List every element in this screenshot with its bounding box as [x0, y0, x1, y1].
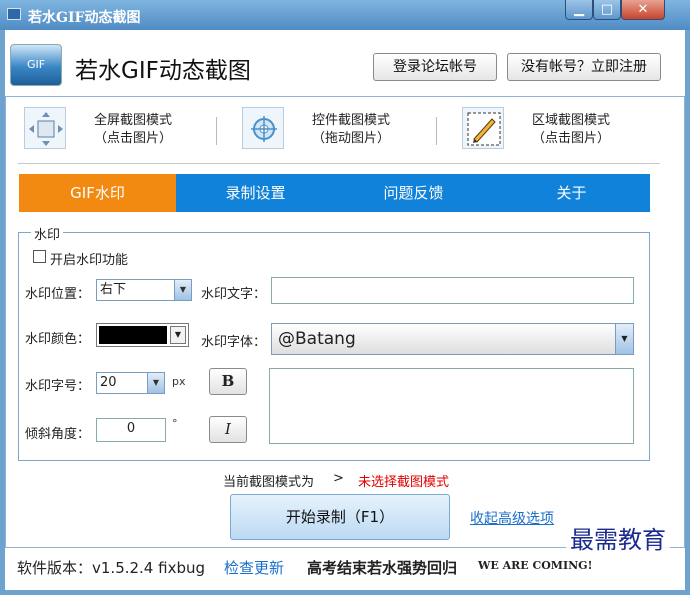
position-label: 水印位置：: [25, 287, 91, 302]
collapse-advanced-link[interactable]: 收起高级选项: [470, 508, 554, 528]
divider: [216, 117, 217, 145]
watermark-group: 水印 开启水印功能 水印位置： 右下 ▼ 水印文字： 水印颜色： ▼ 水印字体：…: [18, 224, 650, 461]
chevron-down-icon[interactable]: ▼: [174, 280, 191, 300]
font-label: 水印字体：: [201, 335, 267, 350]
enable-watermark-label[interactable]: 开启水印功能: [50, 249, 128, 268]
mode-region-title: 区域截图模式: [531, 113, 610, 128]
chevron-down-icon[interactable]: ▼: [615, 324, 633, 354]
size-value: 20: [100, 375, 117, 390]
enable-watermark-checkbox[interactable]: [33, 250, 46, 263]
client-area: GIF 若水GIF动态截图 登录论坛帐号 没有帐号？立即注册 全屏截图模式 （点…: [5, 30, 685, 590]
slogan-text: 高考结束若水强势回归: [307, 559, 458, 577]
color-swatch[interactable]: [99, 326, 167, 344]
size-label: 水印字号：: [25, 379, 91, 394]
title-bar: 若水GIF动态截图 ▁ □ ✕: [0, 0, 690, 30]
chevron-down-icon[interactable]: ▼: [170, 326, 186, 344]
pen-icon[interactable]: [462, 107, 504, 149]
text-label: 水印文字：: [201, 287, 267, 302]
status-value: 未选择截图模式: [358, 475, 450, 490]
separator: [18, 163, 660, 164]
app-logo: GIF: [10, 44, 62, 86]
tab-bar: GIF水印 录制设置 问题反馈 关于: [19, 174, 650, 212]
status-label: 当前截图模式为: [223, 475, 315, 490]
mode-region-hint: （点击图片）: [531, 131, 610, 146]
angle-label: 倾斜角度：: [25, 427, 91, 442]
watermark-legend: 水印: [31, 224, 64, 243]
position-select[interactable]: 右下 ▼: [96, 279, 192, 301]
mode-control-title: 控件截图模式: [311, 113, 390, 128]
minimize-button[interactable]: ▁: [565, 0, 593, 20]
italic-button[interactable]: I: [209, 416, 247, 443]
maximize-button[interactable]: □: [593, 0, 621, 20]
motto-text: WE ARE COMING!: [478, 559, 593, 572]
size-unit: px: [172, 375, 186, 388]
tab-gif-watermark[interactable]: GIF水印: [19, 174, 176, 212]
check-update-link[interactable]: 检查更新: [224, 557, 284, 578]
mode-control-hint: （拖动图片）: [311, 131, 390, 146]
close-button[interactable]: ✕: [621, 0, 665, 20]
tab-feedback[interactable]: 问题反馈: [335, 174, 492, 212]
tab-about[interactable]: 关于: [493, 174, 650, 212]
tab-record-settings[interactable]: 录制设置: [177, 174, 334, 212]
size-select[interactable]: 20 ▼: [96, 372, 165, 394]
fullscreen-icon[interactable]: [24, 107, 66, 149]
window-title: 若水GIF动态截图: [28, 10, 141, 26]
version-text: 软件版本：v1.5.2.4 fixbug: [17, 559, 205, 577]
start-recording-button[interactable]: 开始录制（F1）: [230, 494, 450, 540]
divider: [436, 117, 437, 145]
color-label: 水印颜色：: [25, 332, 91, 347]
app-icon: [7, 8, 21, 20]
mode-fullscreen-hint: （点击图片）: [93, 131, 172, 146]
status-arrow: >: [333, 471, 344, 486]
login-button[interactable]: 登录论坛帐号: [373, 53, 497, 81]
font-value: @Batang: [278, 329, 356, 349]
register-button[interactable]: 没有帐号？立即注册: [507, 53, 661, 81]
color-picker[interactable]: ▼: [96, 323, 189, 347]
angle-input[interactable]: 0: [96, 418, 166, 442]
crosshair-icon[interactable]: [242, 107, 284, 149]
watermark-text-input[interactable]: [271, 277, 634, 304]
header: GIF 若水GIF动态截图 登录论坛帐号 没有帐号？立即注册: [5, 30, 685, 96]
chevron-down-icon[interactable]: ▼: [147, 373, 164, 393]
mode-fullscreen-title: 全屏截图模式: [93, 113, 172, 128]
watermark-preview-area[interactable]: [269, 368, 634, 444]
font-select[interactable]: @Batang ▼: [271, 323, 634, 355]
app-title: 若水GIF动态截图: [75, 58, 251, 84]
bold-button[interactable]: B: [209, 368, 247, 395]
capture-modes: 全屏截图模式 （点击图片） 控件截图模式 （拖动图片） 区域截图模式 （点击图片…: [6, 97, 684, 163]
position-value: 右下: [100, 282, 127, 297]
watermark-overlay: 最需教育: [566, 520, 670, 555]
footer: 软件版本：v1.5.2.4 fixbug 检查更新 高考结束若水强势回归 WE …: [5, 557, 685, 585]
angle-unit: °: [172, 417, 178, 430]
main-panel: 全屏截图模式 （点击图片） 控件截图模式 （拖动图片） 区域截图模式 （点击图片…: [5, 96, 685, 548]
